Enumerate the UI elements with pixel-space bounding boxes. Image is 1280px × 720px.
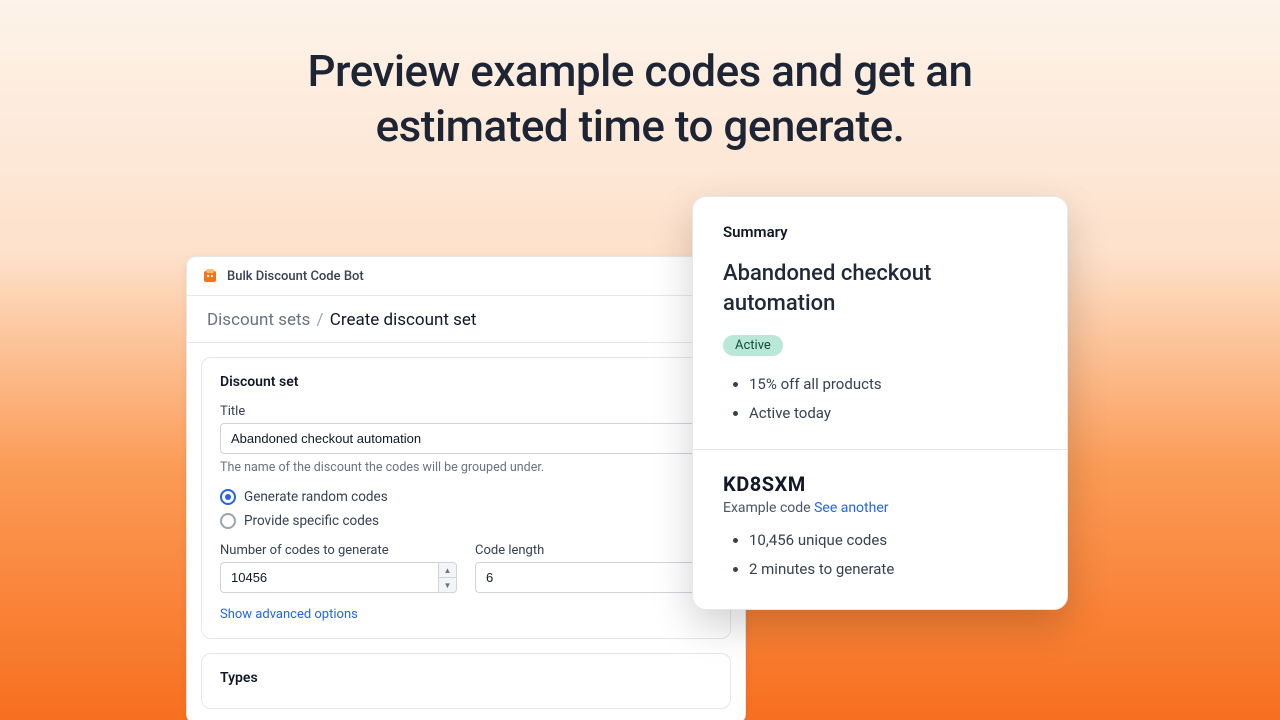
code-length-label: Code length	[475, 543, 712, 558]
radio-provide-specific[interactable]: Provide specific codes	[220, 513, 712, 529]
title-label: Title	[220, 404, 712, 419]
list-item: Active today	[749, 399, 1037, 428]
discount-set-section: Discount set Title The name of the disco…	[201, 357, 731, 639]
radio-icon	[220, 489, 236, 505]
create-discount-form-card: Bulk Discount Code Bot Discount sets / C…	[186, 256, 746, 720]
list-item: 10,456 unique codes	[749, 526, 1037, 555]
radio-icon	[220, 513, 236, 529]
spinner-up-icon[interactable]: ▲	[439, 563, 456, 578]
example-code-caption: Example code See another	[723, 500, 1037, 516]
radio-label: Provide specific codes	[244, 513, 379, 529]
num-codes-spinner: ▲ ▼	[438, 563, 456, 592]
summary-card: Summary Abandoned checkout automation Ac…	[692, 196, 1068, 610]
types-title: Types	[220, 670, 712, 686]
num-codes-input[interactable]	[220, 562, 457, 593]
show-advanced-link[interactable]: Show advanced options	[220, 607, 358, 622]
summary-heading: Summary	[723, 223, 1037, 241]
hero-banner: Preview example codes and get an estimat…	[0, 0, 1280, 154]
breadcrumb-current: Create discount set	[330, 310, 477, 330]
types-section: Types	[201, 653, 731, 709]
title-help-text: The name of the discount the codes will …	[220, 460, 712, 475]
app-name: Bulk Discount Code Bot	[227, 269, 364, 284]
app-icon	[201, 267, 219, 285]
list-item: 15% off all products	[749, 370, 1037, 399]
summary-title: Abandoned checkout automation	[723, 259, 1037, 318]
spinner-down-icon[interactable]: ▼	[439, 578, 456, 592]
radio-label: Generate random codes	[244, 489, 388, 505]
num-codes-label: Number of codes to generate	[220, 543, 457, 558]
summary-details-list: 15% off all products Active today	[723, 370, 1037, 427]
hero-heading: Preview example codes and get an estimat…	[0, 44, 1280, 154]
section-title: Discount set	[220, 374, 712, 390]
example-code-value: KD8SXM	[723, 472, 1037, 496]
breadcrumb-separator: /	[317, 310, 324, 330]
see-another-link[interactable]: See another	[814, 500, 888, 516]
title-input[interactable]	[220, 423, 712, 454]
generation-stats-list: 10,456 unique codes 2 minutes to generat…	[723, 526, 1037, 583]
status-badge: Active	[723, 335, 783, 356]
code-mode-radio-group: Generate random codes Provide specific c…	[220, 489, 712, 529]
app-header: Bulk Discount Code Bot	[187, 257, 745, 296]
breadcrumb: Discount sets / Create discount set	[187, 296, 745, 343]
radio-generate-random[interactable]: Generate random codes	[220, 489, 712, 505]
breadcrumb-parent[interactable]: Discount sets	[207, 310, 310, 330]
list-item: 2 minutes to generate	[749, 555, 1037, 584]
code-length-input[interactable]	[475, 562, 712, 593]
